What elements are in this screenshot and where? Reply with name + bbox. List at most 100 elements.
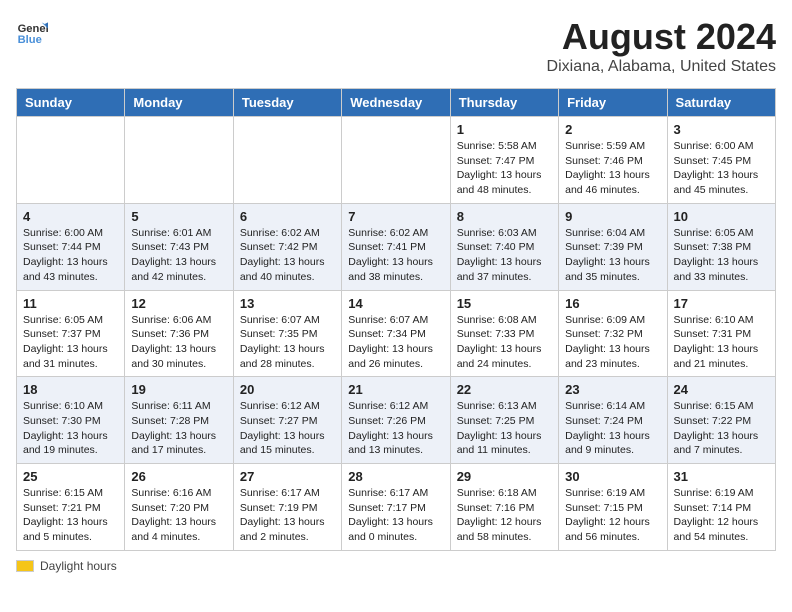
calendar-cell: 21 Sunrise: 6:12 AM Sunset: 7:26 PM Dayli…: [342, 377, 450, 464]
day-info: Sunrise: 6:07 AM Sunset: 7:35 PM Dayligh…: [240, 313, 335, 372]
calendar-cell: 28 Sunrise: 6:17 AM Sunset: 7:17 PM Dayli…: [342, 464, 450, 551]
day-number: 23: [565, 382, 660, 397]
calendar-cell: 5Sunrise: 6:01 AM Sunset: 7:43 PM Daylig…: [125, 203, 233, 290]
day-number: 4: [23, 209, 118, 224]
day-number: 28: [348, 469, 443, 484]
day-info: Sunrise: 6:00 AM Sunset: 7:44 PM Dayligh…: [23, 226, 118, 285]
day-info: Sunrise: 6:17 AM Sunset: 7:19 PM Dayligh…: [240, 486, 335, 545]
calendar-header-row: SundayMondayTuesdayWednesdayThursdayFrid…: [17, 89, 776, 117]
daylight-bar-icon: [16, 560, 34, 572]
day-number: 12: [131, 296, 226, 311]
calendar-cell: 23Sunrise: 6:14 AM Sunset: 7:24 PM Dayli…: [559, 377, 667, 464]
calendar-cell: [125, 117, 233, 204]
day-number: 17: [674, 296, 769, 311]
calendar-cell: 29Sunrise: 6:18 AM Sunset: 7:16 PM Dayli…: [450, 464, 558, 551]
calendar-cell: 8 Sunrise: 6:03 AM Sunset: 7:40 PM Daylig…: [450, 203, 558, 290]
day-number: 21: [348, 382, 443, 397]
calendar-cell: 24 Sunrise: 6:15 AM Sunset: 7:22 PM Dayli…: [667, 377, 775, 464]
calendar-cell: 31 Sunrise: 6:19 AM Sunset: 7:14 PM Dayli…: [667, 464, 775, 551]
day-number: 8: [457, 209, 552, 224]
footer-note: Daylight hours: [16, 559, 776, 573]
day-number: 16: [565, 296, 660, 311]
day-info: Sunrise: 6:16 AM Sunset: 7:20 PM Dayligh…: [131, 486, 226, 545]
day-number: 18: [23, 382, 118, 397]
day-info: Sunrise: 6:17 AM Sunset: 7:17 PM Dayligh…: [348, 486, 443, 545]
calendar-cell: 19 Sunrise: 6:11 AM Sunset: 7:28 PM Dayli…: [125, 377, 233, 464]
title-area: August 2024 Dixiana, Alabama, United Sta…: [547, 16, 776, 76]
day-info: Sunrise: 6:15 AM Sunset: 7:21 PM Dayligh…: [23, 486, 118, 545]
calendar-cell: 18 Sunrise: 6:10 AM Sunset: 7:30 PM Dayli…: [17, 377, 125, 464]
calendar-cell: 7Sunrise: 6:02 AM Sunset: 7:41 PM Daylig…: [342, 203, 450, 290]
day-number: 14: [348, 296, 443, 311]
calendar-week-row: 1Sunrise: 5:58 AM Sunset: 7:47 PM Daylig…: [17, 117, 776, 204]
calendar-cell: [233, 117, 341, 204]
svg-text:General: General: [18, 23, 48, 35]
day-number: 13: [240, 296, 335, 311]
day-info: Sunrise: 6:03 AM Sunset: 7:40 PM Dayligh…: [457, 226, 552, 285]
calendar-cell: 14Sunrise: 6:07 AM Sunset: 7:34 PM Dayli…: [342, 290, 450, 377]
day-info: Sunrise: 5:59 AM Sunset: 7:46 PM Dayligh…: [565, 139, 660, 198]
calendar-cell: 15 Sunrise: 6:08 AM Sunset: 7:33 PM Dayli…: [450, 290, 558, 377]
calendar-day-header: Wednesday: [342, 89, 450, 117]
day-number: 1: [457, 122, 552, 137]
day-info: Sunrise: 6:05 AM Sunset: 7:38 PM Dayligh…: [674, 226, 769, 285]
day-info: Sunrise: 6:04 AM Sunset: 7:39 PM Dayligh…: [565, 226, 660, 285]
day-info: Sunrise: 6:11 AM Sunset: 7:28 PM Dayligh…: [131, 399, 226, 458]
calendar-cell: 16 Sunrise: 6:09 AM Sunset: 7:32 PM Dayli…: [559, 290, 667, 377]
day-number: 31: [674, 469, 769, 484]
day-info: Sunrise: 6:00 AM Sunset: 7:45 PM Dayligh…: [674, 139, 769, 198]
calendar-day-header: Friday: [559, 89, 667, 117]
day-info: Sunrise: 6:09 AM Sunset: 7:32 PM Dayligh…: [565, 313, 660, 372]
day-number: 7: [348, 209, 443, 224]
calendar-cell: 25 Sunrise: 6:15 AM Sunset: 7:21 PM Dayli…: [17, 464, 125, 551]
day-info: Sunrise: 6:08 AM Sunset: 7:33 PM Dayligh…: [457, 313, 552, 372]
calendar-cell: 13 Sunrise: 6:07 AM Sunset: 7:35 PM Dayli…: [233, 290, 341, 377]
calendar-cell: 26 Sunrise: 6:16 AM Sunset: 7:20 PM Dayli…: [125, 464, 233, 551]
calendar-cell: 17 Sunrise: 6:10 AM Sunset: 7:31 PM Dayli…: [667, 290, 775, 377]
calendar-cell: [17, 117, 125, 204]
calendar-day-header: Thursday: [450, 89, 558, 117]
calendar: SundayMondayTuesdayWednesdayThursdayFrid…: [16, 88, 776, 551]
day-number: 30: [565, 469, 660, 484]
day-info: Sunrise: 6:05 AM Sunset: 7:37 PM Dayligh…: [23, 313, 118, 372]
calendar-body: 1Sunrise: 5:58 AM Sunset: 7:47 PM Daylig…: [17, 117, 776, 551]
day-number: 20: [240, 382, 335, 397]
day-number: 24: [674, 382, 769, 397]
day-info: Sunrise: 6:19 AM Sunset: 7:14 PM Dayligh…: [674, 486, 769, 545]
day-number: 27: [240, 469, 335, 484]
day-info: Sunrise: 6:18 AM Sunset: 7:16 PM Dayligh…: [457, 486, 552, 545]
day-info: Sunrise: 6:10 AM Sunset: 7:30 PM Dayligh…: [23, 399, 118, 458]
day-number: 25: [23, 469, 118, 484]
day-info: Sunrise: 6:12 AM Sunset: 7:26 PM Dayligh…: [348, 399, 443, 458]
day-number: 15: [457, 296, 552, 311]
calendar-cell: 4 Sunrise: 6:00 AM Sunset: 7:44 PM Daylig…: [17, 203, 125, 290]
page-subtitle: Dixiana, Alabama, United States: [547, 58, 776, 76]
day-info: Sunrise: 6:15 AM Sunset: 7:22 PM Dayligh…: [674, 399, 769, 458]
day-info: Sunrise: 6:10 AM Sunset: 7:31 PM Dayligh…: [674, 313, 769, 372]
calendar-day-header: Tuesday: [233, 89, 341, 117]
day-number: 9: [565, 209, 660, 224]
daylight-label: Daylight hours: [40, 559, 117, 573]
day-number: 5: [131, 209, 226, 224]
calendar-week-row: 25 Sunrise: 6:15 AM Sunset: 7:21 PM Dayli…: [17, 464, 776, 551]
day-number: 19: [131, 382, 226, 397]
day-number: 3: [674, 122, 769, 137]
calendar-cell: 9 Sunrise: 6:04 AM Sunset: 7:39 PM Daylig…: [559, 203, 667, 290]
page-title: August 2024: [547, 16, 776, 58]
calendar-cell: 2 Sunrise: 5:59 AM Sunset: 7:46 PM Daylig…: [559, 117, 667, 204]
logo: General Blue: [16, 16, 48, 48]
calendar-cell: 12Sunrise: 6:06 AM Sunset: 7:36 PM Dayli…: [125, 290, 233, 377]
calendar-cell: 11 Sunrise: 6:05 AM Sunset: 7:37 PM Dayli…: [17, 290, 125, 377]
calendar-cell: 1Sunrise: 5:58 AM Sunset: 7:47 PM Daylig…: [450, 117, 558, 204]
calendar-cell: [342, 117, 450, 204]
day-number: 2: [565, 122, 660, 137]
day-info: Sunrise: 6:02 AM Sunset: 7:42 PM Dayligh…: [240, 226, 335, 285]
calendar-day-header: Sunday: [17, 89, 125, 117]
day-number: 11: [23, 296, 118, 311]
calendar-week-row: 18 Sunrise: 6:10 AM Sunset: 7:30 PM Dayli…: [17, 377, 776, 464]
calendar-cell: 30Sunrise: 6:19 AM Sunset: 7:15 PM Dayli…: [559, 464, 667, 551]
day-number: 22: [457, 382, 552, 397]
day-number: 26: [131, 469, 226, 484]
calendar-cell: 6Sunrise: 6:02 AM Sunset: 7:42 PM Daylig…: [233, 203, 341, 290]
day-number: 10: [674, 209, 769, 224]
